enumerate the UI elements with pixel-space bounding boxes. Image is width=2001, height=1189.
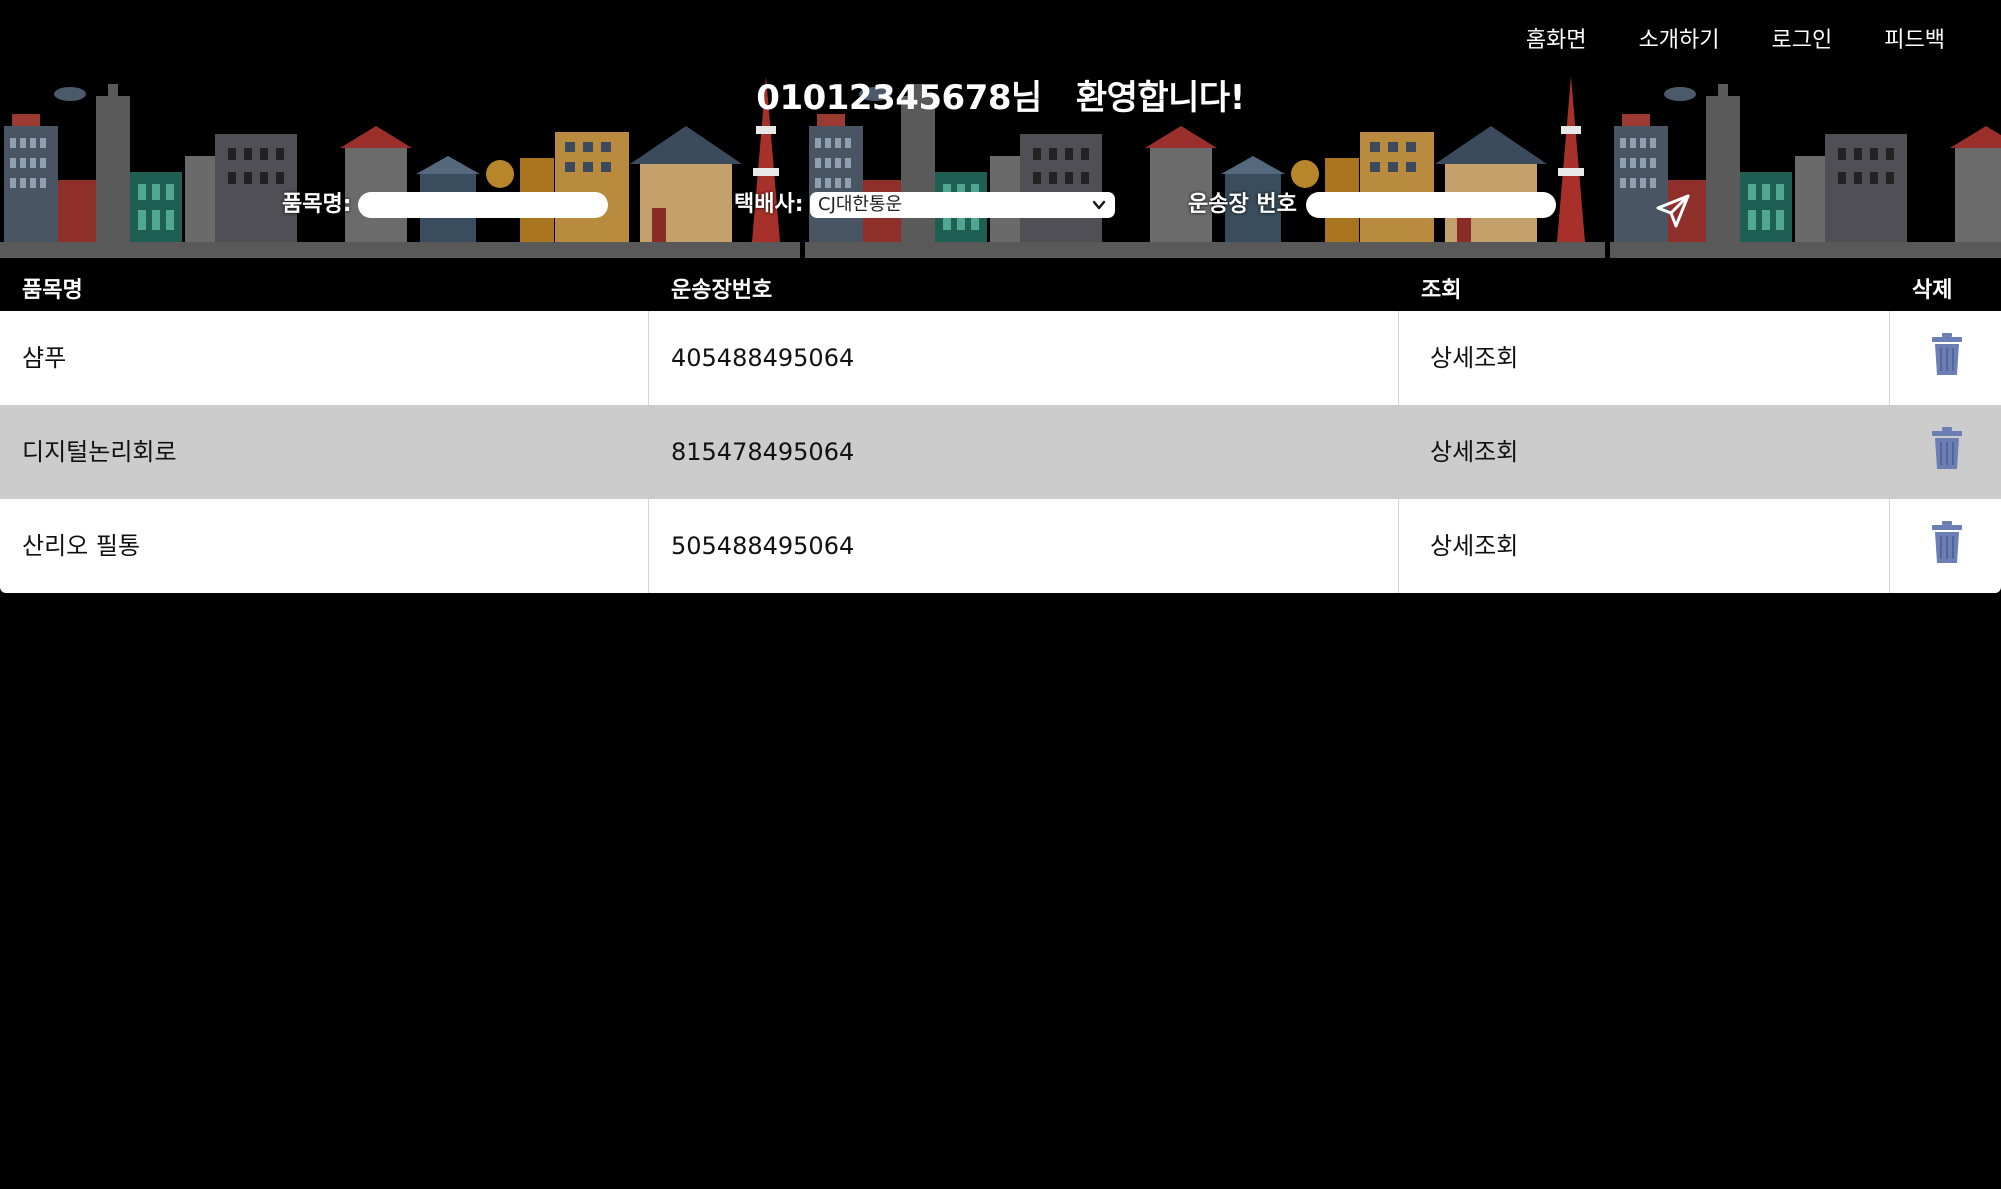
nav-about[interactable]: 소개하기: [1639, 22, 1720, 54]
nav-login[interactable]: 로그인: [1772, 22, 1833, 54]
column-divider: [648, 499, 649, 593]
courier-select[interactable]: CJ대한통운: [810, 192, 1115, 218]
detail-lookup-link[interactable]: 상세조회: [1430, 499, 1518, 593]
top-nav: 홈화면 소개하기 로그인 피드백: [1474, 22, 1945, 54]
nav-home[interactable]: 홈화면: [1526, 22, 1587, 54]
table-row: 디지털논리회로 815478495064 상세조회: [0, 405, 2001, 499]
header: 홈화면 소개하기 로그인 피드백 01012345678님 환영합니다! 품목명…: [0, 0, 2001, 258]
trash-icon[interactable]: [1932, 521, 1962, 563]
table-row: 샴푸 405488495064 상세조회: [0, 311, 2001, 405]
column-divider: [1889, 311, 1890, 405]
tracking-number-cell: 505488495064: [671, 532, 855, 560]
send-icon[interactable]: [1654, 192, 1692, 230]
item-name-cell: 디지털논리회로: [22, 438, 177, 466]
column-header-item: 품목명: [22, 278, 83, 303]
page: 홈화면 소개하기 로그인 피드백 01012345678님 환영합니다! 품목명…: [0, 0, 2001, 1189]
item-name-label: 품목명:: [282, 192, 352, 217]
item-name-cell: 산리오 필통: [22, 532, 141, 560]
column-header-lookup: 조회: [1421, 278, 1462, 303]
detail-lookup-link[interactable]: 상세조회: [1430, 311, 1518, 405]
column-divider: [1398, 311, 1399, 405]
trash-icon[interactable]: [1932, 427, 1962, 469]
table-header: 품목명 운송장번호 조회 삭제: [0, 264, 2001, 311]
shipment-table: 품목명 운송장번호 조회 삭제 샴푸 405488495064 상세조회 디지털…: [0, 264, 2001, 593]
detail-lookup-link[interactable]: 상세조회: [1430, 405, 1518, 499]
nav-feedback[interactable]: 피드백: [1884, 22, 1945, 54]
welcome-user: 01012345678님: [756, 78, 1042, 118]
tracking-number-cell: 405488495064: [671, 344, 855, 372]
add-item-form: 품목명: 택배사: CJ대한통운 운송장 번호: [0, 190, 2001, 222]
column-header-tracking: 운송장번호: [671, 278, 773, 303]
tracking-number-label: 운송장 번호: [1188, 192, 1297, 217]
table-row: 산리오 필통 505488495064 상세조회: [0, 499, 2001, 593]
tracking-number-cell: 815478495064: [671, 438, 855, 466]
column-divider: [648, 311, 649, 405]
chevron-down-icon: [1092, 200, 1106, 210]
courier-label: 택배사:: [734, 192, 804, 217]
item-name-input[interactable]: [358, 192, 608, 218]
column-divider: [1398, 499, 1399, 593]
column-header-delete: 삭제: [1912, 278, 1953, 303]
tracking-number-input[interactable]: [1306, 192, 1556, 218]
column-divider: [1889, 499, 1890, 593]
trash-icon[interactable]: [1932, 333, 1962, 375]
welcome-heading: 01012345678님 환영합니다!: [0, 70, 2001, 119]
item-name-cell: 샴푸: [22, 344, 67, 372]
courier-selected-value: CJ대한통운: [818, 194, 903, 215]
welcome-text: 환영합니다!: [1075, 78, 1245, 118]
